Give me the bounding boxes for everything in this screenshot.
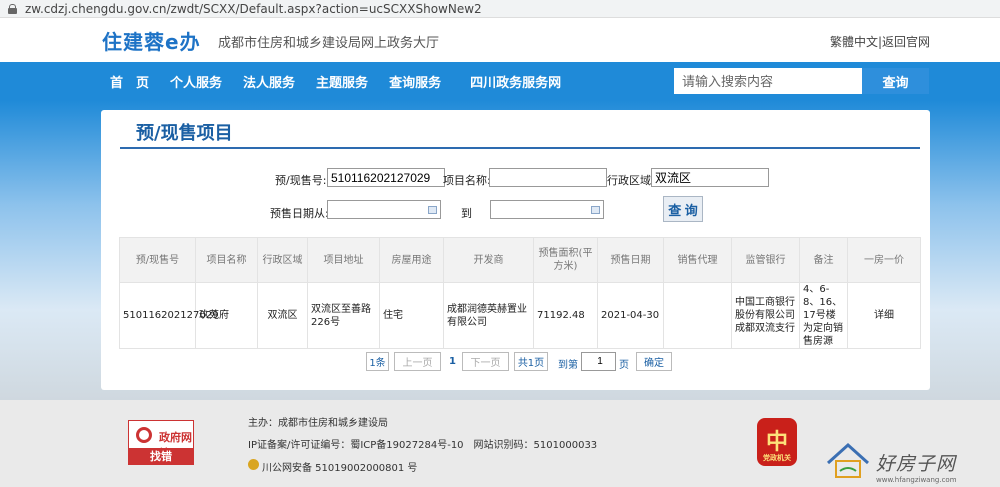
presale-panel: 预/现售项目 预/现售号: 项目名称: 行政区域: 预售日期从: 到 查 询 预… <box>101 110 930 390</box>
footer-host: 主办：成都市住房和城乡建设局 <box>248 418 388 429</box>
house-icon <box>826 442 870 478</box>
watermark-text: 好房子网 <box>876 453 957 475</box>
col-presale-no: 预/现售号 <box>119 237 196 283</box>
col-area: 预售面积(平方米) <box>533 237 598 283</box>
col-remark: 备注 <box>799 237 848 283</box>
gov-site-error-badge[interactable]: 政府网站 找错 <box>128 420 194 465</box>
watermark-url: www.hfangziwang.com <box>876 476 957 484</box>
nav-query[interactable]: 查询服务 <box>389 72 441 91</box>
nav-personal[interactable]: 个人服务 <box>170 72 222 91</box>
date-to-input[interactable] <box>490 200 604 219</box>
total-pages: 共1页 <box>514 352 548 371</box>
nav-home[interactable]: 首 页 <box>110 72 149 91</box>
cell-presale-no: 510116202127029 <box>119 282 218 349</box>
col-project-name: 项目名称 <box>195 237 258 283</box>
nav-sichuan[interactable]: 四川政务服务网 <box>470 72 561 91</box>
address-bar[interactable]: zw.cdzj.chengdu.gov.cn/zwdt/SCXX/Default… <box>0 0 1000 18</box>
project-name-input[interactable] <box>489 168 607 187</box>
col-district: 行政区域 <box>257 237 308 283</box>
presale-table: 预/现售号 项目名称 行政区域 项目地址 房屋用途 开发商 预售面积(平方米) … <box>119 237 921 349</box>
table-header-row: 预/现售号 项目名称 行政区域 项目地址 房屋用途 开发商 预售面积(平方米) … <box>119 237 921 283</box>
cell-date: 2021-04-30 <box>597 282 664 349</box>
cell-address: 双流区至善路226号 <box>307 282 380 349</box>
url-text[interactable]: zw.cdzj.chengdu.gov.cn/zwdt/SCXX/Default… <box>25 2 482 16</box>
cell-agent <box>663 282 732 349</box>
magnifier-icon <box>136 427 152 443</box>
next-page-button[interactable]: 下一页 <box>462 352 509 371</box>
emblem-glyph: 中 <box>765 430 788 455</box>
calendar-icon[interactable] <box>428 206 437 214</box>
confirm-button[interactable]: 确定 <box>636 352 672 371</box>
site-header: 住建蓉e办 成都市住房和城乡建设局网上政务大厅 繁體中文|返回官网 <box>0 18 1000 62</box>
cell-usage: 住宅 <box>379 282 444 349</box>
query-button[interactable]: 查 询 <box>663 196 703 222</box>
badge-bottom-text: 找错 <box>129 448 193 465</box>
detail-link[interactable]: 详细 <box>847 282 921 349</box>
footer-police[interactable]: 川公网安备 51019002000801 号 <box>262 459 417 474</box>
cell-bank: 中国工商银行股份有限公司成都双流支行 <box>731 282 800 349</box>
cell-area: 71192.48 <box>533 282 598 349</box>
col-price: 一房一价 <box>847 237 921 283</box>
title-divider <box>120 147 920 149</box>
emblem-text: 党政机关 <box>763 454 791 462</box>
site-logo[interactable]: 住建蓉e办 <box>102 26 201 55</box>
date-from-input[interactable] <box>327 200 441 219</box>
current-page: 1 <box>449 356 456 367</box>
project-name-label: 项目名称: <box>443 174 491 187</box>
cell-project-name: 玖苑府 <box>195 282 258 349</box>
col-bank: 监管银行 <box>731 237 800 283</box>
page-unit: 页 <box>619 360 629 371</box>
watermark: 好房子网 www.hfangziwang.com <box>820 437 1000 487</box>
cell-developer: 成都润德英赫置业有限公司 <box>443 282 534 349</box>
presale-no-input[interactable] <box>327 168 445 187</box>
lock-icon <box>8 3 17 14</box>
date-to-label: 到 <box>461 207 472 220</box>
panel-title: 预/现售项目 <box>136 123 233 144</box>
search-button[interactable]: 查询 <box>862 68 929 94</box>
district-label: 行政区域: <box>607 174 655 187</box>
col-date: 预售日期 <box>597 237 664 283</box>
main-nav: 首 页 个人服务 法人服务 主题服务 查询服务 四川政务服务网 查询 <box>0 62 1000 100</box>
header-links[interactable]: 繁體中文|返回官网 <box>830 33 930 50</box>
col-agent: 销售代理 <box>663 237 732 283</box>
col-developer: 开发商 <box>443 237 534 283</box>
cell-remark: 4、6-8、16、17号楼为定向销售房源 <box>799 282 848 349</box>
site-subtitle: 成都市住房和城乡建设局网上政务大厅 <box>218 36 440 51</box>
district-input[interactable] <box>651 168 769 187</box>
nav-corporate[interactable]: 法人服务 <box>243 72 295 91</box>
prev-page-button[interactable]: 上一页 <box>394 352 441 371</box>
calendar-icon[interactable] <box>591 206 600 214</box>
goto-page-input[interactable] <box>581 352 616 371</box>
goto-label: 到第 <box>558 360 578 371</box>
date-from-label: 预售日期从: <box>270 207 329 220</box>
col-usage: 房屋用途 <box>379 237 444 283</box>
table-row: 510116202127029 玖苑府 双流区 双流区至善路226号 住宅 成都… <box>119 282 921 349</box>
presale-no-label: 预/现售号: <box>275 174 327 187</box>
party-gov-emblem[interactable]: 中 党政机关 <box>757 418 797 466</box>
first-page-button[interactable]: 1条 <box>366 352 389 371</box>
search-input[interactable] <box>674 68 862 94</box>
cell-district: 双流区 <box>257 282 308 349</box>
police-emblem-icon <box>248 459 259 470</box>
nav-topics[interactable]: 主题服务 <box>316 72 368 91</box>
col-address: 项目地址 <box>307 237 380 283</box>
footer-icp[interactable]: IP证备案/许可证编号：蜀ICP备19027284号-10 网站识别码：5101… <box>248 436 597 451</box>
